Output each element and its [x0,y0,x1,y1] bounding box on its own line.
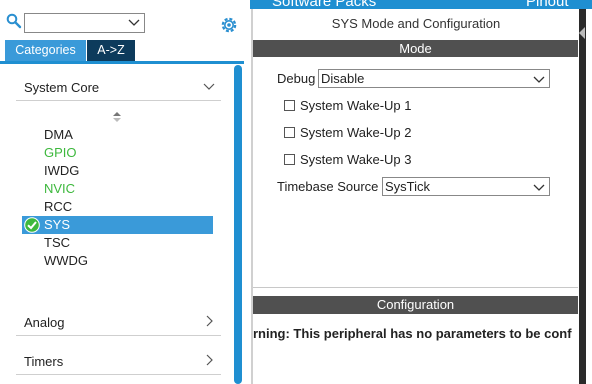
chevron-right-icon [206,315,213,327]
chevron-down-icon [533,76,545,83]
chevron-right-icon [206,354,213,366]
category-analog[interactable]: Analog [16,309,221,336]
tab-underline [0,61,244,64]
timebase-select[interactable]: SysTick [382,177,550,196]
gear-icon[interactable] [219,15,239,35]
list-item-rcc[interactable]: RCC [44,198,72,216]
category-system-core[interactable]: System Core [16,74,221,101]
wakeup-1-label: System Wake-Up 1 [300,98,412,113]
list-item-dma[interactable]: DMA [44,126,73,144]
search-input[interactable] [24,13,145,33]
chevron-down-icon[interactable] [128,16,140,28]
wakeup-1-checkbox[interactable] [284,100,295,111]
mode-header: Mode [253,40,578,57]
tab-pinout[interactable]: Pinout [526,0,569,9]
list-item-nvic[interactable]: NVIC [44,180,75,198]
right-edge-bar [579,9,586,384]
wakeup-3-checkbox[interactable] [284,154,295,165]
chevron-down-icon [203,83,215,90]
check-circle-icon [24,217,40,233]
debug-select[interactable]: Disable [318,69,550,88]
left-scrollbar[interactable] [234,65,242,384]
category-label: System Core [24,80,100,95]
tab-categories[interactable]: Categories [5,40,86,61]
list-item-sys[interactable]: SYS [22,216,213,234]
list-item-wwdg[interactable]: WWDG [44,252,88,270]
page-title: SYS Mode and Configuration [331,16,501,31]
section-divider[interactable] [253,287,578,288]
category-timers[interactable]: Timers [16,348,221,375]
chevron-down-icon [533,184,545,191]
warning-text: rning: This peripheral has no parameters… [253,326,572,341]
tab-a-to-z[interactable]: A->Z [87,40,135,61]
timebase-value: SysTick [385,179,431,194]
wakeup-2-label: System Wake-Up 2 [300,125,412,140]
list-item-label: SYS [44,217,71,232]
timebase-label: Timebase Source [277,179,379,194]
list-item-gpio[interactable]: GPIO [44,144,77,162]
list-item-tsc[interactable]: TSC [44,234,70,252]
category-label: Analog [24,315,65,330]
collapse-arrow-icon[interactable] [578,26,586,40]
tab-software-packs[interactable]: Software Packs [272,0,376,9]
wakeup-2-checkbox[interactable] [284,127,295,138]
list-item-iwdg[interactable]: IWDG [44,162,79,180]
top-tab-strip: Software Packs Pinout [250,0,592,9]
category-label: Timers [24,354,64,369]
configuration-header: Configuration [253,296,578,314]
debug-value: Disable [321,71,365,86]
debug-label: Debug [277,71,316,86]
sort-icon[interactable] [112,111,122,123]
wakeup-3-label: System Wake-Up 3 [300,152,412,167]
search-icon[interactable] [6,13,22,29]
